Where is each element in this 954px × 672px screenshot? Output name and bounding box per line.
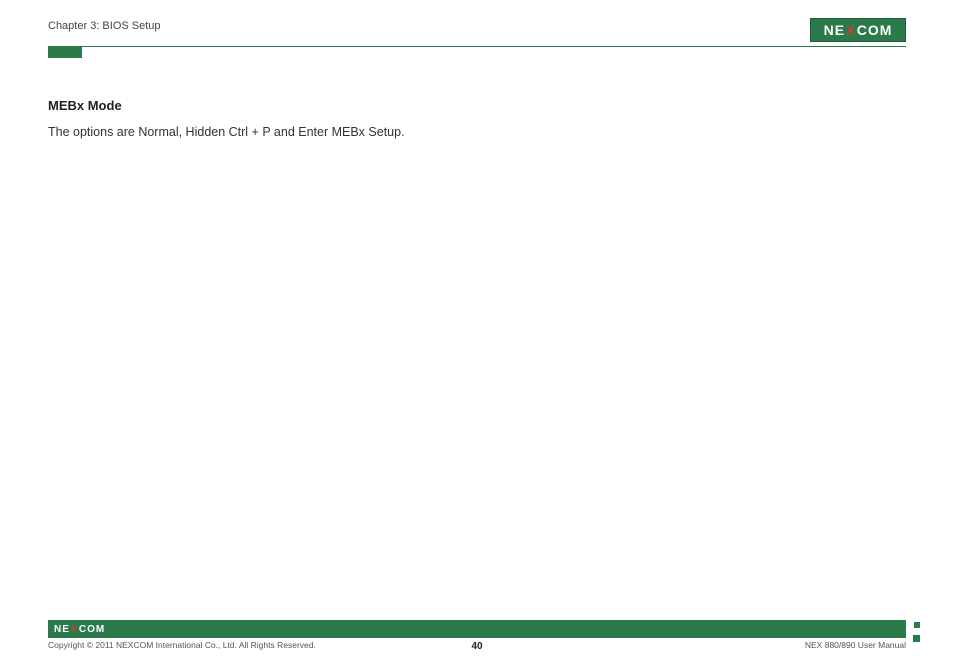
footer-meta-row: Copyright © 2011 NEXCOM International Co… (48, 640, 906, 650)
page-header: Chapter 3: BIOS Setup NEXCOM (48, 18, 906, 44)
page-footer: NEXCOM Copyright © 2011 NEXCOM Internati… (48, 620, 906, 650)
footer-decoration-icon (900, 622, 920, 642)
nexcom-logo-text: NEXCOM (824, 22, 893, 38)
header-tab-accent (48, 47, 82, 58)
logo-part-left: NE (824, 22, 845, 38)
content-body: MEBx Mode The options are Normal, Hidden… (48, 58, 906, 142)
decoration-square (914, 622, 920, 628)
page-number: 40 (48, 641, 906, 652)
footer-logo-right: COM (79, 624, 105, 635)
footer-logo: NEXCOM (54, 624, 105, 635)
decoration-square (913, 635, 920, 642)
document-page: Chapter 3: BIOS Setup NEXCOM MEBx Mode T… (0, 0, 954, 672)
section-title: MEBx Mode (48, 98, 906, 113)
footer-logo-left: NE (54, 624, 70, 635)
body-paragraph: The options are Normal, Hidden Ctrl + P … (48, 123, 906, 142)
footer-logo-x-icon: X (71, 624, 78, 634)
header-divider (48, 46, 906, 47)
logo-x-icon: X (846, 23, 856, 38)
chapter-label: Chapter 3: BIOS Setup (48, 18, 161, 32)
nexcom-logo-badge: NEXCOM (810, 18, 906, 42)
footer-bar: NEXCOM (48, 620, 906, 638)
logo-part-right: COM (857, 22, 893, 38)
